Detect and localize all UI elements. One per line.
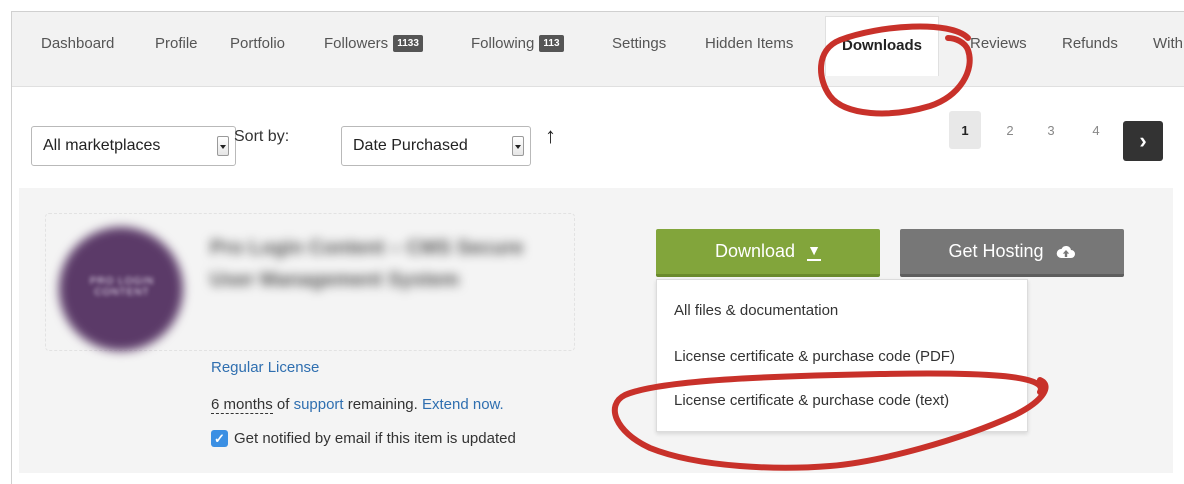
tab-label: Downloads xyxy=(842,37,923,54)
notify-updates-option[interactable]: ✓ Get notified by email if this item is … xyxy=(211,430,516,447)
page-1-button[interactable]: 1 xyxy=(949,111,981,149)
tab-settings[interactable]: Settings xyxy=(612,35,666,52)
next-page-button[interactable]: › xyxy=(1123,121,1163,161)
extend-support-link[interactable]: Extend now. xyxy=(422,396,504,413)
following-count-badge: 113 xyxy=(539,35,564,52)
marketplace-select[interactable]: All marketplaces xyxy=(31,126,236,166)
menu-item-license-text[interactable]: License certificate & purchase code (tex… xyxy=(674,392,949,409)
chevron-down-icon xyxy=(217,136,229,156)
tab-label: Portfolio xyxy=(230,35,286,52)
chevron-down-icon xyxy=(512,136,524,156)
tab-profile[interactable]: Profile xyxy=(155,35,198,52)
get-hosting-button-label: Get Hosting xyxy=(948,241,1044,261)
support-duration: 6 months xyxy=(211,396,273,414)
page-4-button[interactable]: 4 xyxy=(1080,111,1112,149)
tab-label: Settings xyxy=(612,35,667,52)
tab-withdrawals[interactable]: With xyxy=(1153,35,1183,52)
tab-label: Following xyxy=(471,35,535,52)
support-of-text: of xyxy=(276,396,290,413)
tab-hidden-items[interactable]: Hidden Items xyxy=(705,35,793,52)
followers-count-badge: 1133 xyxy=(393,35,423,52)
download-button-label: Download xyxy=(714,241,796,261)
tab-refunds[interactable]: Refunds xyxy=(1062,35,1118,52)
support-link[interactable]: support xyxy=(294,396,344,413)
support-status: 6 months of support remaining. Extend no… xyxy=(211,396,504,414)
tab-label: Refunds xyxy=(1062,35,1118,52)
notify-label: Get notified by email if this item is up… xyxy=(234,430,516,447)
tab-label: Profile xyxy=(155,35,198,52)
download-button[interactable]: Download ▼ xyxy=(656,229,880,277)
get-hosting-button[interactable]: Get Hosting xyxy=(900,229,1124,277)
sort-select[interactable]: Date Purchased xyxy=(341,126,531,166)
tab-label: Dashboard xyxy=(41,35,115,52)
tab-label: Followers xyxy=(324,35,389,52)
item-thumbnail-text: PRO LOGIN CONTENT xyxy=(89,276,155,298)
license-link[interactable]: Regular License xyxy=(211,359,319,376)
menu-item-license-pdf[interactable]: License certificate & purchase code (PDF… xyxy=(674,348,955,365)
caret-down-icon: ▼ xyxy=(807,242,822,261)
page-3-button[interactable]: 3 xyxy=(1035,111,1067,149)
download-menu: All files & documentation License certif… xyxy=(656,279,1028,432)
menu-item-all-files[interactable]: All files & documentation xyxy=(674,302,838,319)
arrow-up-icon[interactable]: ↑ xyxy=(545,123,556,149)
tab-followers[interactable]: Followers 1133 xyxy=(324,35,423,52)
tab-label: With xyxy=(1153,35,1183,52)
tab-label: Hidden Items xyxy=(705,35,794,52)
tab-dashboard[interactable]: Dashboard xyxy=(41,35,114,52)
tab-label: Reviews xyxy=(970,35,1027,52)
sort-by-label: Sort by: xyxy=(234,128,290,145)
page-2-button[interactable]: 2 xyxy=(994,111,1026,149)
sort-select-value: Date Purchased xyxy=(353,137,468,154)
tab-following[interactable]: Following 113 xyxy=(471,35,564,52)
notify-checkbox[interactable]: ✓ xyxy=(211,430,228,447)
marketplace-select-value: All marketplaces xyxy=(43,137,161,154)
tab-portfolio[interactable]: Portfolio xyxy=(230,35,285,52)
cloud-upload-icon xyxy=(1056,245,1076,258)
item-title[interactable]: Pro Login Content – CMS Secure User Mana… xyxy=(210,232,540,296)
tab-downloads[interactable]: Downloads xyxy=(825,16,940,76)
support-remaining-text: remaining. xyxy=(347,396,418,413)
tab-reviews[interactable]: Reviews xyxy=(970,35,1027,52)
